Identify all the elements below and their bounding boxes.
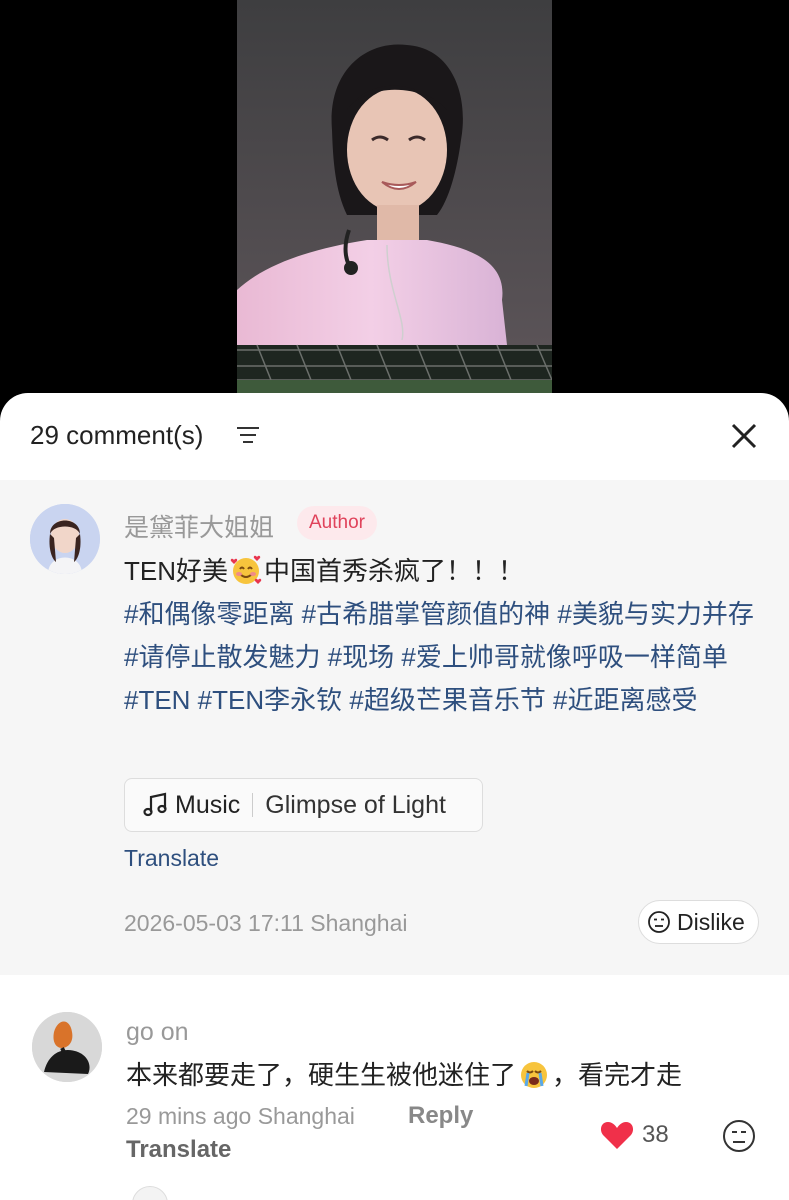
video-area[interactable]	[0, 0, 789, 420]
comment-count: 29 comment(s)	[30, 420, 204, 450]
comment-username[interactable]: go on	[126, 1018, 189, 1047]
smiling-face-with-hearts-emoji	[230, 555, 262, 584]
commenter-avatar-image	[32, 1012, 102, 1082]
close-icon[interactable]	[728, 420, 760, 452]
avatar[interactable]	[32, 1012, 102, 1082]
comment-text-end: ，看完才走	[552, 1060, 683, 1090]
avatar[interactable]	[30, 504, 100, 574]
concert-performer-image	[237, 0, 552, 395]
video-frame[interactable]	[237, 0, 552, 395]
author-post: 是黛菲大姐姐 Author TEN好美 中国首秀杀疯了！！！ #和偶像零距离 #…	[0, 480, 789, 975]
dislike-label: Dislike	[677, 908, 745, 935]
post-translate-link[interactable]: Translate	[124, 845, 219, 872]
comment-translate-link[interactable]: Translate	[126, 1136, 231, 1164]
like-count: 38	[642, 1121, 669, 1148]
comment-text: 本来都要走了，硬生生被他迷住了 ，看完才走	[126, 1057, 682, 1093]
comment-time: 29 mins ago Shanghai	[126, 1103, 355, 1129]
post-hashtags[interactable]: #和偶像零距离 #古希腊掌管颜值的神 #美貌与实力并存 #请停止散发魅力 #现场…	[124, 593, 764, 722]
music-title: Glimpse of Light	[265, 790, 446, 819]
sort-filter-icon[interactable]	[236, 425, 260, 445]
post-text-start: TEN好美	[124, 556, 229, 586]
next-comment-avatar[interactable]	[132, 1186, 168, 1200]
comments-sheet: 29 comment(s) 是黛菲大姐姐 Author TEN好美 中国首秀杀疯…	[0, 393, 789, 1200]
dislike-face-icon[interactable]	[722, 1119, 756, 1153]
author-avatar-image	[30, 504, 100, 574]
like-button[interactable]: 38	[600, 1120, 669, 1150]
crying-face-emoji	[521, 1062, 548, 1088]
comment-text-start: 本来都要走了，硬生生被他迷住了	[126, 1060, 517, 1090]
sheet-header: 29 comment(s)	[0, 393, 789, 480]
heart-icon	[600, 1122, 634, 1149]
comment-item: go on 本来都要走了，硬生生被他迷住了 ，看完才走 29 mins ago …	[0, 975, 789, 1200]
music-note-icon	[143, 792, 167, 817]
author-badge: Author	[297, 506, 377, 540]
reply-button[interactable]: Reply	[408, 1102, 473, 1130]
music-divider	[252, 793, 254, 817]
post-text-end: 中国首秀杀疯了！！！	[264, 556, 525, 586]
dislike-button[interactable]: Dislike	[638, 900, 759, 944]
dislike-face-icon	[648, 911, 670, 933]
post-timestamp: 2026-05-03 17:11 Shanghai	[124, 910, 408, 936]
author-name[interactable]: 是黛菲大姐姐	[124, 508, 274, 544]
music-label: Music	[175, 790, 241, 819]
music-chip[interactable]: Music Glimpse of Light	[124, 778, 483, 832]
post-text: TEN好美 中国首秀杀疯了！！！	[124, 550, 764, 593]
